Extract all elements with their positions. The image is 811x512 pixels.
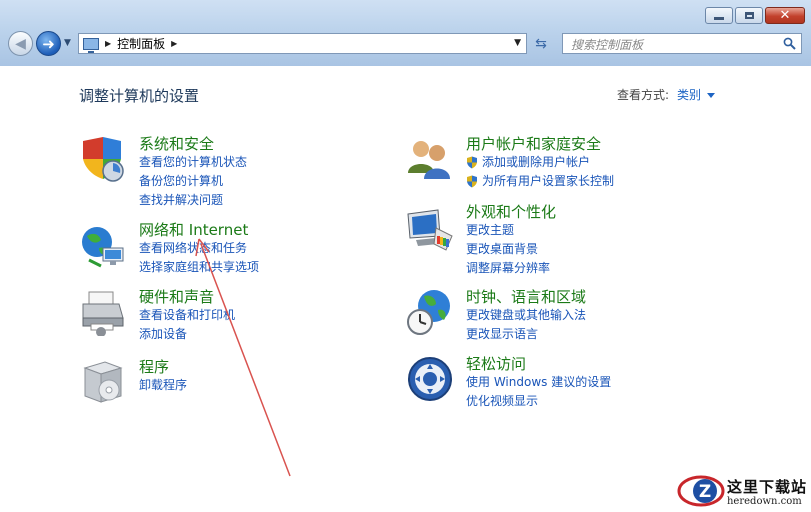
link-parental-controls[interactable]: 为所有用户设置家长控制 (466, 172, 614, 191)
link-view-network-status[interactable]: 查看网络状态和任务 (139, 239, 259, 258)
minimize-button[interactable] (705, 7, 733, 24)
content-area: 调整计算机的设置 查看方式: 类别 系统和安全 查看您的计算机状态 备份您的计算机… (0, 66, 811, 512)
link-text[interactable]: 添加或删除用户帐户 (482, 153, 590, 172)
back-button[interactable]: ◀ (8, 31, 33, 56)
view-by-dropdown[interactable]: 类别 (677, 88, 701, 102)
link-screen-resolution[interactable]: 调整屏幕分辨率 (466, 259, 556, 278)
security-shield-icon[interactable] (79, 135, 127, 183)
view-by-label: 查看方式: (617, 88, 670, 102)
link-display-language[interactable]: 更改显示语言 (466, 325, 586, 344)
window-controls: ✕ (705, 7, 805, 24)
breadcrumb-control-panel[interactable]: 控制面板 (117, 35, 165, 52)
breadcrumb-chevron-icon[interactable]: ▶ (171, 39, 177, 48)
link-add-remove-accounts[interactable]: 添加或删除用户帐户 (466, 153, 614, 172)
category-ease-of-access: 轻松访问 使用 Windows 建议的设置 优化视频显示 (466, 355, 611, 411)
category-hardware-sound: 硬件和声音 查看设备和打印机 添加设备 (139, 288, 235, 344)
link-recommended-settings[interactable]: 使用 Windows 建议的设置 (466, 373, 611, 392)
search-input[interactable] (569, 34, 778, 56)
category-network-internet: 网络和 Internet 查看网络状态和任务 选择家庭组和共享选项 (139, 221, 259, 277)
maximize-icon (744, 12, 754, 19)
appearance-monitor-icon[interactable] (406, 206, 454, 254)
link-add-device[interactable]: 添加设备 (139, 325, 235, 344)
ease-of-access-icon[interactable] (406, 355, 454, 403)
watermark-logo: Z (677, 475, 725, 507)
link-view-devices-printers[interactable]: 查看设备和打印机 (139, 306, 235, 325)
category-system-security: 系统和安全 查看您的计算机状态 备份您的计算机 查找并解决问题 (139, 135, 247, 210)
control-panel-icon (83, 37, 99, 53)
link-text[interactable]: 为所有用户设置家长控制 (482, 172, 614, 191)
category-title[interactable]: 硬件和声音 (139, 288, 235, 306)
uac-shield-icon (467, 156, 477, 169)
category-title[interactable]: 外观和个性化 (466, 203, 556, 221)
category-clock-language-region: 时钟、语言和区域 更改键盘或其他输入法 更改显示语言 (466, 288, 586, 344)
watermark-cn: 这里下载站 (726, 477, 807, 496)
category-title[interactable]: 程序 (139, 358, 187, 376)
dropdown-arrow-icon[interactable] (707, 93, 716, 98)
refresh-icon: ⇆ (535, 35, 547, 52)
breadcrumb-chevron-icon[interactable]: ▶ (105, 39, 111, 48)
category-programs: 程序 卸载程序 (139, 358, 187, 395)
link-uninstall-program[interactable]: 卸载程序 (139, 376, 187, 395)
category-title[interactable]: 系统和安全 (139, 135, 247, 153)
window-frame: ✕ ◀ ➜ ▼ ▶ 控制面板 ▶ ▼ ⇆ (0, 0, 811, 67)
maximize-button[interactable] (735, 7, 763, 24)
search-box[interactable] (562, 33, 802, 56)
search-icon[interactable] (783, 37, 796, 50)
link-change-keyboard[interactable]: 更改键盘或其他输入法 (466, 306, 586, 325)
printer-icon[interactable] (79, 288, 127, 336)
forward-button[interactable]: ➜ (36, 31, 61, 56)
recent-pages-dropdown[interactable]: ▼ (64, 38, 74, 48)
watermark-en: heredown.com (726, 495, 802, 507)
link-find-fix-problems[interactable]: 查找并解决问题 (139, 191, 247, 210)
svg-text:Z: Z (699, 482, 711, 502)
clock-globe-icon[interactable] (406, 288, 454, 336)
category-title[interactable]: 轻松访问 (466, 355, 611, 373)
view-by: 查看方式: 类别 (617, 86, 716, 103)
forward-arrow-icon: ➜ (42, 34, 55, 53)
network-globe-icon[interactable] (79, 222, 127, 270)
link-backup-computer[interactable]: 备份您的计算机 (139, 172, 247, 191)
watermark: Z 这里下载站 heredown.com (677, 472, 807, 510)
watermark-text: 这里下载站 heredown.com (727, 476, 807, 507)
link-optimize-display[interactable]: 优化视频显示 (466, 392, 611, 411)
close-icon: ✕ (779, 8, 791, 23)
category-user-accounts: 用户帐户和家庭安全 添加或删除用户帐户 为所有用户设置家长控制 (466, 135, 614, 191)
refresh-button[interactable]: ⇆ (530, 33, 552, 54)
link-view-computer-status[interactable]: 查看您的计算机状态 (139, 153, 247, 172)
link-homegroup-sharing[interactable]: 选择家庭组和共享选项 (139, 258, 259, 277)
uac-shield-icon (467, 175, 477, 188)
minimize-icon (714, 17, 724, 20)
page-title: 调整计算机的设置 (79, 87, 200, 105)
address-dropdown-icon[interactable]: ▼ (514, 38, 521, 48)
users-icon[interactable] (406, 135, 454, 183)
category-title[interactable]: 用户帐户和家庭安全 (466, 135, 614, 153)
category-title[interactable]: 时钟、语言和区域 (466, 288, 586, 306)
back-arrow-icon: ◀ (15, 35, 26, 52)
address-bar[interactable]: ▶ 控制面板 ▶ ▼ (78, 33, 527, 54)
category-appearance: 外观和个性化 更改主题 更改桌面背景 调整屏幕分辨率 (466, 203, 556, 278)
link-change-theme[interactable]: 更改主题 (466, 221, 556, 240)
programs-box-icon[interactable] (79, 358, 127, 406)
close-button[interactable]: ✕ (765, 7, 805, 24)
link-change-background[interactable]: 更改桌面背景 (466, 240, 556, 259)
category-title[interactable]: 网络和 Internet (139, 221, 259, 239)
